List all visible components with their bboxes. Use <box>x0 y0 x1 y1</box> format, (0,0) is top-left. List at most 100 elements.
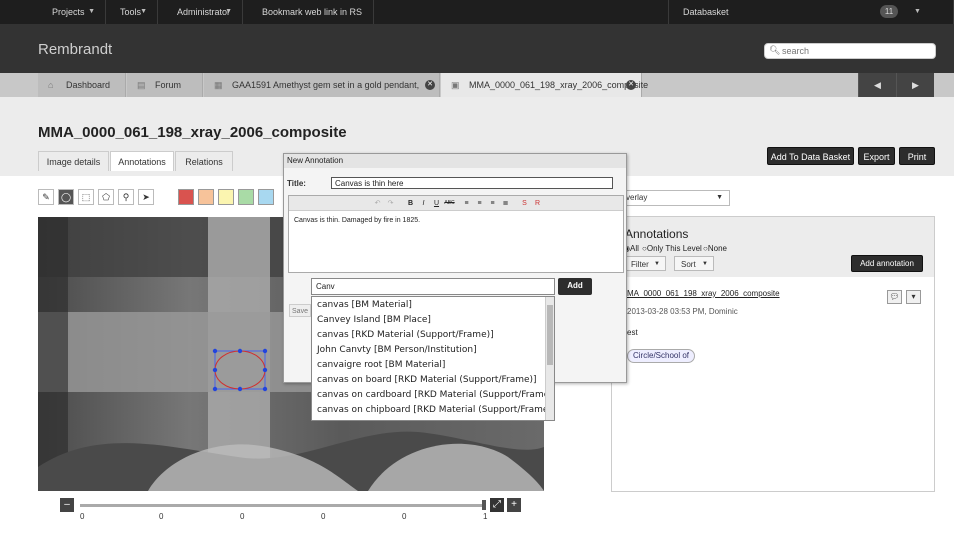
close-icon[interactable]: ✕ <box>626 80 636 90</box>
nav-bookmark-link[interactable]: Bookmark web link in RS <box>248 0 374 24</box>
color-swatch-blue[interactable] <box>258 189 274 205</box>
annotation-entry-date: 2013-03-28 03:53 PM, Dominic <box>627 307 738 316</box>
nav-administrator[interactable]: Administrator ▼ <box>163 0 243 24</box>
color-swatch-yellow[interactable] <box>218 189 234 205</box>
editor-body-text: Canvas is thin. Damaged by fire in 1825. <box>294 217 421 224</box>
export-button[interactable]: Export <box>858 147 895 165</box>
nav-projects-label: Projects <box>52 7 85 17</box>
zoom-tick: 0 <box>402 512 407 521</box>
redo-icon[interactable]: ↷ <box>385 198 396 209</box>
align-left-icon[interactable]: ≡ <box>461 198 472 209</box>
annotation-entry-link[interactable]: MA_0000_061_198_xray_2006_composite <box>627 289 780 298</box>
chevron-down-icon[interactable]: ▼ <box>914 0 921 24</box>
comment-button[interactable]: 💬︎ <box>887 290 902 304</box>
autocomplete-item[interactable]: John Canvty [BM Person/Institution] <box>317 345 477 355</box>
zoom-out-button[interactable]: – <box>60 498 74 512</box>
pencil-tool-button[interactable]: ✎ <box>38 189 54 205</box>
dialog-title-input[interactable] <box>331 177 613 189</box>
overlay-select[interactable]: verlay ▼ <box>622 190 730 206</box>
align-center-icon[interactable]: ≡ <box>474 198 485 209</box>
fullscreen-button[interactable]: ⤢ <box>490 498 504 512</box>
autocomplete-item[interactable]: canvaigre root [BM Material] <box>317 360 445 370</box>
filter-label: Filter <box>631 260 649 269</box>
undo-icon[interactable]: ↶ <box>372 198 383 209</box>
radio-none[interactable]: ○None <box>703 244 727 253</box>
tab-next-button[interactable]: ▶ <box>896 73 934 97</box>
italic-button[interactable]: I <box>418 198 429 209</box>
align-right-icon[interactable]: ≡ <box>487 198 498 209</box>
color-swatch-peach[interactable] <box>198 189 214 205</box>
app-header: Rembrandt 🔍︎ <box>0 24 954 73</box>
scrollbar-thumb[interactable] <box>547 305 553 365</box>
nav-tools[interactable]: Tools ▼ <box>106 0 158 24</box>
autocomplete-item[interactable]: Canvey Island [BM Place] <box>317 315 431 325</box>
zoom-in-button[interactable]: + <box>507 498 521 512</box>
fullscreen-icon: ⤢ <box>493 499 501 510</box>
tab-gaa1591[interactable]: ▦ GAA1591 Amethyst gem set in a gold pen… <box>204 73 440 97</box>
align-justify-icon[interactable]: ≣ <box>500 198 511 209</box>
nav-tools-label: Tools <box>120 7 142 17</box>
remove-format-icon[interactable]: R <box>532 198 543 209</box>
top-navbar: Projects ▼ Tools ▼ Administrator ▼ Bookm… <box>0 0 954 24</box>
zoom-slider-handle[interactable] <box>482 500 486 510</box>
add-to-data-basket-button[interactable]: Add To Data Basket <box>767 147 854 165</box>
circle-tool-button[interactable]: ◯ <box>58 189 74 205</box>
tag-autocomplete-input[interactable] <box>311 278 555 295</box>
subtab-annotations[interactable]: Annotations <box>110 151 174 171</box>
subtab-relations[interactable]: Relations <box>175 151 233 171</box>
chevron-down-icon: ▼ <box>654 261 660 267</box>
expand-button[interactable]: ▾ <box>906 290 921 304</box>
autocomplete-item[interactable]: canvas [RKD Material (Support/Frame)] <box>317 330 494 340</box>
annotation-entry-note: est <box>627 328 638 337</box>
zoom-tick: 0 <box>159 512 164 521</box>
tab-bar: ⌂ Dashboard ▤ Forum ▦ GAA1591 Amethyst g… <box>0 73 954 97</box>
dialog-title-label: Title: <box>287 179 306 188</box>
tab-forum[interactable]: ▤ Forum <box>127 73 203 97</box>
underline-button[interactable]: U <box>431 198 442 209</box>
dialog-save-button[interactable]: Save <box>289 304 311 317</box>
tab-label: GAA1591 Amethyst gem set in a gold penda… <box>232 80 420 90</box>
overlay-select-value: verlay <box>626 193 648 202</box>
radio-only-this-level[interactable]: ○Only This Level <box>642 244 702 253</box>
sort-dropdown[interactable]: Sort ▼ <box>674 256 714 271</box>
nav-projects[interactable]: Projects ▼ <box>38 0 106 24</box>
spellcheck-icon[interactable]: S <box>519 198 530 209</box>
tab-dashboard[interactable]: ⌂ Dashboard <box>38 73 126 97</box>
bold-button[interactable]: B <box>405 198 416 209</box>
color-swatch-red[interactable] <box>178 189 194 205</box>
chevron-left-icon: ◀ <box>874 80 881 90</box>
autocomplete-item[interactable]: canvas [BM Material] <box>317 300 412 310</box>
autocomplete-scrollbar[interactable] <box>545 297 554 420</box>
tab-prev-button[interactable]: ◀ <box>858 73 896 97</box>
search-input[interactable] <box>782 45 932 57</box>
autocomplete-item[interactable]: canvas on board [RKD Material (Support/F… <box>317 375 537 385</box>
zoom-slider[interactable] <box>80 504 485 507</box>
app-brand[interactable]: Rembrandt <box>38 41 112 58</box>
rich-text-editor[interactable]: ↶ ↷ B I U ABC ≡ ≡ ≡ ≣ S R Canvas is thin… <box>288 195 624 273</box>
zoom-tick: 0 <box>321 512 326 521</box>
polygon-tool-button[interactable]: ⬠ <box>98 189 114 205</box>
annotation-tag[interactable]: Circle/School of <box>627 349 696 363</box>
nav-databasket[interactable]: Databasket <box>668 0 954 24</box>
strikethrough-button[interactable]: ABC <box>444 198 455 209</box>
tab-mma-composite[interactable]: ▣ MMA_0000_061_198_xray_2006_composite ✕ <box>441 73 648 97</box>
tag-add-button[interactable]: Add <box>558 278 592 295</box>
editor-toolbar: ↶ ↷ B I U ABC ≡ ≡ ≡ ≣ S R <box>289 196 623 211</box>
add-annotation-button[interactable]: Add annotation <box>851 255 923 272</box>
close-icon[interactable]: ✕ <box>425 80 435 90</box>
dialog-header[interactable]: New Annotation <box>284 154 626 168</box>
color-swatch-green[interactable] <box>238 189 254 205</box>
pencil-icon: ✎ <box>42 192 50 202</box>
search-box[interactable]: 🔍︎ <box>764 43 936 59</box>
filter-dropdown[interactable]: Filter ▼ <box>624 256 666 271</box>
forum-icon: ▤ <box>137 80 146 90</box>
rectangle-tool-button[interactable]: ⬚ <box>78 189 94 205</box>
autocomplete-item[interactable]: canvas on cardboard [RKD Material (Suppo… <box>317 390 554 400</box>
pin-tool-button[interactable]: ⚲ <box>118 189 134 205</box>
subtab-image-details[interactable]: Image details <box>38 151 109 171</box>
autocomplete-dropdown: canvas [BM Material] Canvey Island [BM P… <box>311 296 555 421</box>
autocomplete-item[interactable]: canvas on chipboard [RKD Material (Suppo… <box>317 405 554 415</box>
print-button[interactable]: Print <box>899 147 935 165</box>
select-tool-button[interactable]: ➤ <box>138 189 154 205</box>
page-title: MMA_0000_061_198_xray_2006_composite <box>38 124 347 141</box>
